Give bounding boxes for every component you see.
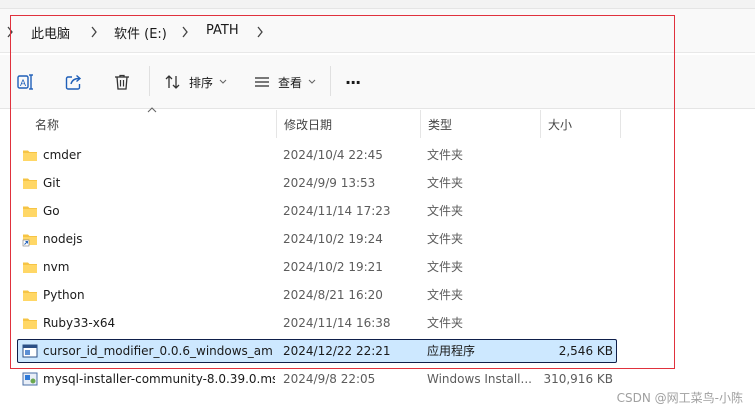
file-modified: 2024/8/21 16:20 [283, 288, 383, 302]
view-list-icon [255, 77, 269, 87]
column-header-size[interactable]: 大小 [540, 110, 620, 138]
msi-icon [22, 371, 38, 387]
exe-icon [22, 343, 38, 359]
column-header-type[interactable]: 类型 [420, 110, 540, 138]
watermark-text: CSDN @网工菜鸟-小陈 [616, 391, 743, 405]
file-name: mysql-installer-community-8.0.39.0.msi [43, 372, 275, 386]
file-size: 310,916 KB [543, 372, 613, 386]
more-options-button[interactable]: ··· [345, 68, 361, 96]
breadcrumb-chevron-icon[interactable] [181, 26, 189, 38]
file-type: 文件夹 [427, 260, 464, 274]
column-resize-handle[interactable] [620, 110, 621, 138]
file-modified: 2024/9/9 13:53 [283, 176, 376, 190]
column-header-modified-label: 修改日期 [284, 117, 333, 132]
file-modified: 2024/12/22 22:21 [283, 344, 391, 358]
file-type: 应用程序 [427, 344, 476, 358]
file-type: 文件夹 [427, 176, 464, 190]
file-modified: 2024/10/4 22:45 [283, 148, 383, 162]
file-name: Python [43, 288, 85, 302]
file-name: Git [43, 176, 61, 190]
rename-icon: A [17, 74, 33, 90]
file-name: nvm [43, 260, 70, 274]
file-type: 文件夹 [427, 204, 464, 218]
folder-icon [22, 147, 38, 163]
file-size [527, 143, 613, 167]
file-modified: 2024/11/14 17:23 [283, 204, 391, 218]
chevron-down-icon [308, 79, 316, 84]
file-name: cmder [43, 148, 82, 162]
folder-icon [22, 259, 38, 275]
file-modified: 2024/10/2 19:21 [283, 260, 383, 274]
file-size [527, 227, 613, 251]
breadcrumb-item-path[interactable]: PATH [206, 23, 239, 38]
delete-button[interactable] [112, 68, 132, 96]
breadcrumb-chevron-icon[interactable] [90, 26, 98, 38]
file-modified: 2024/9/8 22:05 [283, 372, 376, 386]
rename-button[interactable]: A [16, 68, 36, 96]
file-size [527, 311, 613, 335]
column-header-type-label: 类型 [428, 117, 453, 132]
breadcrumb-item-drive-e[interactable]: 软件 (E:) [114, 23, 167, 42]
toolbar-divider [330, 66, 331, 96]
toolbar-divider [149, 66, 150, 96]
file-size [527, 255, 613, 279]
view-button[interactable]: 查看 [252, 68, 316, 96]
breadcrumb-chevron-icon[interactable] [256, 26, 264, 38]
column-header-name[interactable]: 名称 [27, 110, 275, 138]
file-modified: 2024/10/2 19:24 [283, 232, 383, 246]
sort-button[interactable]: 排序 [163, 68, 227, 96]
more-icon: ··· [345, 72, 361, 92]
file-size [527, 171, 613, 195]
chevron-down-icon [219, 79, 227, 84]
file-name: Go [43, 204, 60, 218]
folder-icon [22, 287, 38, 303]
column-header-size-label: 大小 [548, 117, 573, 132]
file-row[interactable]: Ruby33-x64 2024/11/14 16:38 文件夹 [17, 311, 617, 335]
file-type: 文件夹 [427, 148, 464, 162]
sort-icon [165, 75, 180, 89]
file-row[interactable]: cmder 2024/10/4 22:45 文件夹 [17, 143, 617, 167]
file-name: nodejs [43, 232, 83, 246]
file-row[interactable]: nvm 2024/10/2 19:21 文件夹 [17, 255, 617, 279]
file-row-selected[interactable]: cursor_id_modifier_0.0.6_windows_am... 2… [17, 339, 617, 363]
file-size: 2,546 KB [558, 344, 613, 358]
column-header-modified[interactable]: 修改日期 [276, 110, 420, 138]
folder-icon [22, 203, 38, 219]
share-button[interactable] [64, 68, 84, 96]
shortcut-folder-icon [22, 231, 38, 247]
file-row[interactable]: nodejs 2024/10/2 19:24 文件夹 [17, 227, 617, 251]
file-name: Ruby33-x64 [43, 316, 116, 330]
column-header-name-label: 名称 [35, 117, 60, 132]
file-type: 文件夹 [427, 232, 464, 246]
file-modified: 2024/11/14 16:38 [283, 316, 391, 330]
file-row[interactable]: Git 2024/9/9 13:53 文件夹 [17, 171, 617, 195]
file-row[interactable]: mysql-installer-community-8.0.39.0.msi 2… [17, 367, 617, 391]
window-top-strip [0, 0, 755, 9]
breadcrumb-item-this-pc[interactable]: 此电脑 [31, 23, 70, 42]
file-size [527, 283, 613, 307]
folder-icon [22, 175, 38, 191]
address-bar[interactable]: 此电脑 软件 (E:) PATH [0, 9, 755, 53]
file-size [527, 199, 613, 223]
svg-text:A: A [20, 78, 26, 88]
sort-label: 排序 [189, 75, 214, 90]
file-type: Windows Install... [427, 372, 532, 386]
file-row[interactable]: Python 2024/8/21 16:20 文件夹 [17, 283, 617, 307]
file-type: 文件夹 [427, 288, 464, 302]
share-icon [65, 74, 82, 90]
trash-icon [115, 74, 129, 90]
file-name: cursor_id_modifier_0.0.6_windows_am... [43, 344, 273, 358]
view-label: 查看 [278, 75, 303, 90]
file-type: 文件夹 [427, 316, 464, 330]
breadcrumb-chevron-icon[interactable] [6, 26, 14, 38]
file-row[interactable]: Go 2024/11/14 17:23 文件夹 [17, 199, 617, 223]
folder-icon [22, 315, 38, 331]
